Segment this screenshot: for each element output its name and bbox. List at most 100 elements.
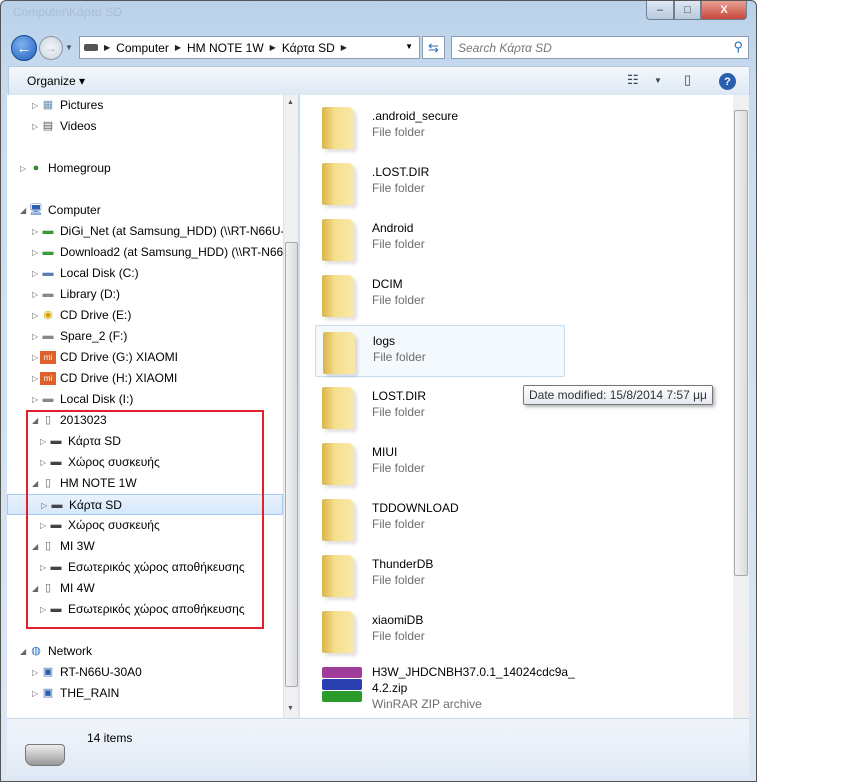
forward-button[interactable]: → xyxy=(39,36,63,60)
nav-item[interactable]: ▷ ▬ Local Disk (I:) xyxy=(7,389,283,410)
navigation-pane: ▷ ▦ Pictures ▷ ▤ Videos ▷ ● Homegroup ◢ 🖥 Computer ▷… xyxy=(7,95,283,718)
breadcrumb-sd-card[interactable]: Κάρτα SD xyxy=(282,41,335,55)
view-options-icon[interactable]: ☷ xyxy=(627,72,639,88)
nav-item[interactable]: ◢ ▯ MI 3W xyxy=(7,536,283,557)
file-item[interactable]: .LOST.DIR File folder xyxy=(315,157,565,209)
nav-item[interactable]: ▷ ▣ RT-N66U-30A0 xyxy=(7,662,283,683)
nav-item[interactable]: ▷ ◉ CD Drive (E:) xyxy=(7,305,283,326)
file-list-scrollbar[interactable] xyxy=(733,95,749,718)
expand-arrow-icon[interactable]: ▷ xyxy=(32,242,38,263)
nav-item[interactable]: ▷ ● Homegroup xyxy=(7,158,283,179)
expand-arrow-icon[interactable]: ▷ xyxy=(32,284,38,305)
nav-item-label: RT-N66U-30A0 xyxy=(60,665,142,679)
expand-arrow-icon[interactable]: ▷ xyxy=(32,368,38,389)
nav-item[interactable]: ◢ ▯ HM NOTE 1W xyxy=(7,473,283,494)
nav-item[interactable]: ▷ ▬ DiGi_Net (at Samsung_HDD) (\\RT-N66U-3… xyxy=(7,221,283,242)
file-item[interactable]: TDDOWNLOAD File folder xyxy=(315,493,565,545)
scroll-up-icon[interactable]: ▲ xyxy=(287,99,294,106)
expand-arrow-icon[interactable]: ▷ xyxy=(32,389,38,410)
nav-item[interactable]: ▷ mi CD Drive (H:) XIAOMI xyxy=(7,368,283,389)
expand-arrow-icon[interactable]: ▷ xyxy=(32,263,38,284)
search-icon[interactable]: ⚲ xyxy=(733,39,743,55)
expand-arrow-icon[interactable]: ▷ xyxy=(32,347,38,368)
nav-item[interactable]: ▷ mi CD Drive (G:) XIAOMI xyxy=(7,347,283,368)
nav-item[interactable]: ▷ ▬ Κάρτα SD xyxy=(7,431,283,452)
expand-arrow-icon[interactable]: ▷ xyxy=(40,431,46,452)
expand-arrow-icon[interactable]: ▷ xyxy=(32,662,38,683)
close-button[interactable]: X xyxy=(701,1,747,20)
chevron-right-icon[interactable]: ▶ xyxy=(175,43,181,52)
nav-item[interactable]: ◢ ▯ 2013023 xyxy=(7,410,283,431)
file-item-zip[interactable]: H3W_JHDCNBH37.0.1_14024cdc9a_ 4.2.zip Wi… xyxy=(315,665,575,717)
file-list-scroll-thumb[interactable] xyxy=(734,110,748,576)
nav-item[interactable]: ▷ ▬ Χώρος συσκευής xyxy=(7,515,283,536)
chevron-right-icon[interactable]: ▶ xyxy=(341,43,347,52)
collapse-arrow-icon[interactable]: ◢ xyxy=(32,578,38,599)
organize-button[interactable]: Organize ▾ xyxy=(27,74,85,88)
collapse-arrow-icon[interactable]: ◢ xyxy=(20,200,26,221)
navigation-scroll-thumb[interactable] xyxy=(285,242,298,687)
file-item[interactable]: MIUI File folder xyxy=(315,437,565,489)
nav-item[interactable]: ▷ ▦ Pictures xyxy=(7,95,283,116)
collapse-arrow-icon[interactable]: ◢ xyxy=(32,473,38,494)
nav-item[interactable]: ▷ ▬ Εσωτερικός χώρος αποθήκευσης xyxy=(7,599,283,620)
expand-arrow-icon[interactable]: ▷ xyxy=(40,515,46,536)
nav-item-label: Spare_2 (F:) xyxy=(60,329,128,343)
file-item[interactable]: .android_secure File folder xyxy=(315,101,565,153)
expand-arrow-icon[interactable]: ▷ xyxy=(40,557,46,578)
expand-arrow-icon[interactable]: ▷ xyxy=(41,495,47,516)
nav-item[interactable]: ▷ ▬ Spare_2 (F:) xyxy=(7,326,283,347)
expand-arrow-icon[interactable]: ▷ xyxy=(32,326,38,347)
nav-item[interactable]: ▷ ▬ Download2 (at Samsung_HDD) (\\RT-N66U-… xyxy=(7,242,283,263)
file-name: Android xyxy=(372,221,414,235)
collapse-arrow-icon[interactable]: ◢ xyxy=(20,641,26,662)
breadcrumb-computer[interactable]: Computer xyxy=(116,41,169,55)
expand-arrow-icon[interactable]: ▷ xyxy=(40,599,46,620)
minimize-button[interactable]: – xyxy=(646,1,674,20)
address-bar[interactable]: ▶ Computer ▶ HM NOTE 1W ▶ Κάρτα SD ▶ ▼ xyxy=(79,36,420,59)
nav-item[interactable]: ◢ ◍ Network xyxy=(7,641,283,662)
nav-item[interactable]: ▷ ▤ Videos xyxy=(7,116,283,137)
back-button[interactable]: ← xyxy=(11,35,37,61)
preview-pane-icon[interactable]: ▯ xyxy=(684,72,691,88)
expand-arrow-icon[interactable]: ▷ xyxy=(32,116,38,137)
nav-item[interactable]: ◢ ▯ MI 4W xyxy=(7,578,283,599)
nav-item[interactable]: ▷ ▣ THE_RAIN xyxy=(7,683,283,704)
file-item[interactable]: xiaomiDB File folder xyxy=(315,605,565,657)
expand-arrow-icon[interactable]: ▷ xyxy=(32,683,38,704)
search-input[interactable]: Search Κάρτα SD ⚲ xyxy=(451,36,749,59)
file-item[interactable]: DCIM File folder xyxy=(315,269,565,321)
collapse-arrow-icon[interactable]: ◢ xyxy=(32,410,38,431)
file-item[interactable]: ThunderDB File folder xyxy=(315,549,565,601)
network-drive-icon: ▬ xyxy=(42,246,54,258)
maximize-button[interactable]: □ xyxy=(674,1,701,20)
nav-item[interactable]: ◢ 🖥 Computer xyxy=(7,200,283,221)
expand-arrow-icon[interactable]: ▷ xyxy=(32,95,38,116)
refresh-button[interactable]: ⇆ xyxy=(422,36,445,59)
expand-arrow-icon[interactable]: ▷ xyxy=(40,452,46,473)
file-name: H3W_JHDCNBH37.0.1_14024cdc9a_ xyxy=(372,665,575,679)
scroll-down-icon[interactable]: ▼ xyxy=(287,705,294,712)
breadcrumb-hm-note[interactable]: HM NOTE 1W xyxy=(187,41,264,55)
nav-item[interactable]: ▷ ▬ Εσωτερικός χώρος αποθήκευσης xyxy=(7,557,283,578)
expand-arrow-icon[interactable]: ▷ xyxy=(32,221,38,242)
chevron-right-icon[interactable]: ▶ xyxy=(270,43,276,52)
view-dropdown-icon[interactable]: ▼ xyxy=(654,76,662,85)
navigation-scrollbar[interactable]: ▲ ▼ xyxy=(283,95,298,718)
file-item[interactable]: Android File folder xyxy=(315,213,565,265)
nav-item[interactable]: ▷ ▬ Χώρος συσκευής xyxy=(7,452,283,473)
expand-arrow-icon[interactable]: ▷ xyxy=(20,158,26,179)
drive-icon: ▬ xyxy=(42,393,54,405)
nav-item[interactable]: ▷ ▬ Library (D:) xyxy=(7,284,283,305)
expand-arrow-icon[interactable]: ▷ xyxy=(32,305,38,326)
chevron-right-icon[interactable]: ▶ xyxy=(104,43,110,52)
nav-item-label: MI 4W xyxy=(60,581,95,595)
nav-item[interactable]: ▷ ▬ Κάρτα SD xyxy=(7,494,283,515)
address-dropdown-icon[interactable]: ▼ xyxy=(405,42,413,51)
collapse-arrow-icon[interactable]: ◢ xyxy=(32,536,38,557)
file-item[interactable]: logs File folder xyxy=(315,325,565,377)
recent-pages-dropdown[interactable]: ▼ xyxy=(65,43,73,52)
help-icon[interactable]: ? xyxy=(719,73,736,90)
nav-item-label: Homegroup xyxy=(48,161,111,175)
nav-item[interactable]: ▷ ▬ Local Disk (C:) xyxy=(7,263,283,284)
